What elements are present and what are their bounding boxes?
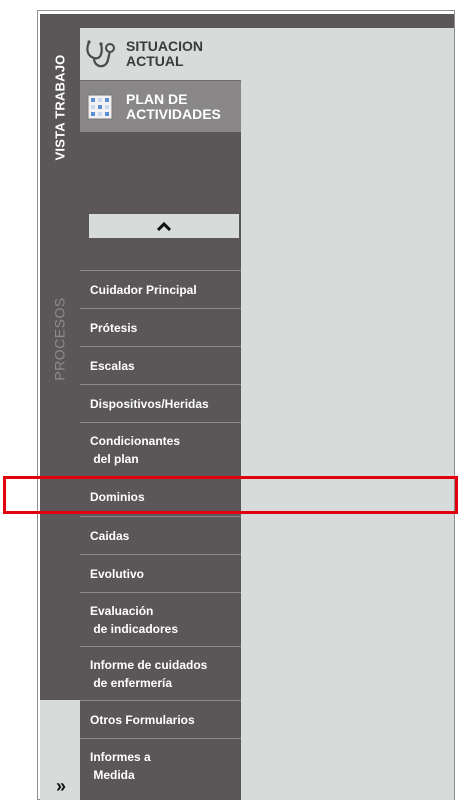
vertical-rail: VISTA TRABAJO PROCESOS	[40, 14, 80, 800]
double-chevron-right-icon: »	[55, 775, 66, 796]
chevron-up-icon	[156, 221, 172, 231]
menu-item-evolutivo[interactable]: Evolutivo	[80, 554, 241, 592]
menu-item-dispositivos-heridas[interactable]: Dispositivos/Heridas	[80, 384, 241, 422]
menu-item-escalas[interactable]: Escalas	[80, 346, 241, 384]
process-menu: Cuidador Principal Prótesis Escalas Disp…	[80, 270, 241, 792]
procesos-text: PROCESOS	[52, 297, 69, 381]
menu-item-label: Informes a Medida	[90, 749, 151, 782]
menu-item-evaluacion-indicadores[interactable]: Evaluación de indicadores	[80, 592, 241, 646]
menu-item-condicionantes[interactable]: Condicionantes del plan	[80, 422, 241, 476]
tab-plan-de-actividades[interactable]: PLAN DE ACTIVIDADES	[80, 80, 241, 132]
menu-item-label: Dispositivos/Heridas	[90, 396, 209, 411]
stethoscope-icon	[82, 36, 118, 72]
menu-item-label: Escalas	[90, 358, 135, 373]
menu-item-label: Dominios	[90, 489, 145, 504]
menu-item-protesis[interactable]: Prótesis	[80, 308, 241, 346]
vista-trabajo-text: VISTA TRABAJO	[52, 54, 68, 160]
menu-item-informes-medida[interactable]: Informes a Medida	[80, 738, 241, 792]
menu-item-label: Evolutivo	[90, 566, 145, 581]
top-band	[80, 14, 454, 28]
tab-situacion-label: SITUACION ACTUAL	[126, 38, 203, 69]
collapse-up-button[interactable]	[89, 214, 239, 238]
menu-item-label: Prótesis	[90, 320, 138, 335]
tab-plan-label: PLAN DE ACTIVIDADES	[126, 90, 221, 122]
procesos-label[interactable]: PROCESOS	[40, 284, 80, 394]
sidebar: SITUACION ACTUAL PLAN DE ACTIVIDADES Cui…	[80, 28, 241, 800]
menu-item-label: Condicionantes del plan	[90, 433, 181, 466]
vista-trabajo-label[interactable]: VISTA TRABAJO	[40, 32, 80, 182]
menu-item-cuidador-principal[interactable]: Cuidador Principal	[80, 270, 241, 308]
menu-item-otros-formularios[interactable]: Otros Formularios	[80, 700, 241, 738]
content-area	[241, 28, 454, 800]
menu-item-dominios[interactable]: Dominios	[80, 476, 241, 516]
menu-item-label: Cuidador Principal	[90, 282, 197, 297]
menu-item-label: Otros Formularios	[90, 712, 195, 727]
calendar-grid-icon	[82, 89, 118, 125]
tab-situacion-actual[interactable]: SITUACION ACTUAL	[80, 28, 241, 80]
menu-item-label: Caidas	[90, 528, 130, 543]
menu-item-informe-cuidados[interactable]: Informe de cuidados de enfermería	[80, 646, 241, 700]
menu-item-label: Evaluación de indicadores	[90, 603, 179, 636]
menu-item-label: Informe de cuidados de enfermería	[90, 657, 208, 690]
expand-chevron-button[interactable]: »	[48, 776, 74, 796]
menu-item-caidas[interactable]: Caidas	[80, 516, 241, 554]
